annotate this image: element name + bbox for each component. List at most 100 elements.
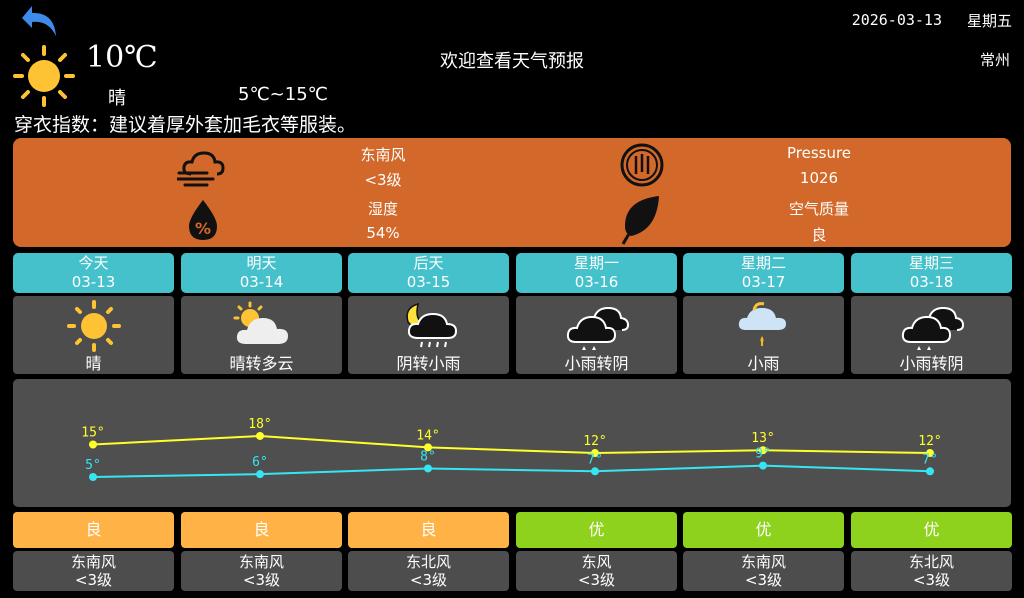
weekday-text: 星期五 (966, 12, 1012, 30)
day-condition: 晴转多云 (229, 354, 294, 373)
wind-direction: 东南风 (740, 553, 786, 571)
day-name: 后天 (413, 254, 444, 272)
low-temp-label: 7° (587, 452, 603, 467)
leaf-icon (621, 196, 659, 245)
day-wind: 东北风 <3级 (851, 551, 1012, 591)
day-name: 明天 (246, 254, 277, 272)
sun-icon (12, 44, 76, 108)
day-tab[interactable]: 今天 03-13 (13, 253, 174, 293)
day-name: 星期三 (908, 254, 954, 272)
air-quality-badge: 良 (348, 512, 509, 548)
day-tab[interactable]: 星期二 03-17 (683, 253, 844, 293)
high-temp-label: 15° (81, 426, 104, 441)
day-wind: 东北风 <3级 (348, 551, 509, 591)
back-arrow-icon (22, 6, 56, 36)
wind-level: <3级 (912, 571, 951, 589)
wind-level: <3级 (409, 571, 448, 589)
humidity-drop-icon: % (189, 200, 217, 240)
sun-icon (64, 300, 124, 356)
moon-rain-cloud-icon (396, 300, 462, 356)
day-wind: 东风 <3级 (516, 551, 677, 591)
wind-direction: 东北风 (405, 553, 451, 571)
city-name[interactable]: 常州 (980, 49, 1010, 70)
high-temp-line (92, 434, 931, 455)
low-temp-label: 9° (755, 447, 771, 462)
day-date: 03-13 (71, 273, 116, 291)
day-date: 03-16 (574, 273, 619, 291)
rain-cloud-icon (564, 300, 630, 356)
back-button[interactable] (18, 2, 64, 38)
humidity-value: 54% (366, 224, 400, 242)
day-condition: 小雨转阴 (564, 354, 629, 373)
detail-panel: 东南风 <3级 % 湿度 54% Pressure 1026 空气质量 良 (13, 138, 1011, 247)
sun-cloud-icon (230, 300, 294, 356)
low-temp-point (89, 473, 97, 481)
day-weather-card: 小雨转阴 (851, 296, 1012, 374)
high-temp-point (256, 431, 264, 440)
air-quality-badge: 良 (181, 512, 342, 548)
day-tab[interactable]: 明天 03-14 (181, 253, 342, 293)
air-quality-label: 空气质量 (788, 200, 849, 218)
wind-direction: 东风 (581, 553, 612, 571)
wind-level: <3级 (577, 571, 616, 589)
low-temp-label: 8° (420, 449, 436, 464)
low-temp-point (926, 467, 934, 476)
day-condition: 小雨转阴 (899, 354, 964, 373)
day-date: 03-15 (406, 273, 451, 291)
day-condition: 小雨 (747, 354, 780, 373)
wind-cloud-icon (177, 151, 225, 187)
wind-level: <3级 (364, 171, 402, 189)
day-weather-card: 小雨转阴 (516, 296, 677, 374)
high-temp-label: 13° (751, 431, 774, 446)
low-temp-point (256, 470, 264, 479)
current-temperature: 10℃ (86, 40, 158, 75)
wind-direction: 东南风 (360, 146, 406, 164)
day-weather-card: 晴 (13, 296, 174, 374)
wind-level: <3级 (242, 571, 281, 589)
day-date: 03-14 (239, 273, 284, 291)
day-wind: 东南风 <3级 (13, 551, 174, 591)
day-condition: 阴转小雨 (396, 354, 461, 373)
day-weather-card: 小雨 (683, 296, 844, 374)
low-temp-point (591, 467, 599, 476)
day-condition: 晴 (85, 354, 102, 373)
current-temp-range: 5℃~15℃ (238, 84, 328, 105)
air-quality-badge: 良 (13, 512, 174, 548)
pressure-value: 1026 (799, 169, 839, 187)
air-quality-badge: 优 (851, 512, 1012, 548)
low-temp-point (759, 461, 767, 470)
day-tab[interactable]: 星期三 03-18 (851, 253, 1012, 293)
low-temp-label: 6° (252, 455, 268, 470)
pressure-icon (620, 143, 664, 187)
pressure-label: Pressure (786, 144, 852, 162)
day-date: 03-18 (909, 273, 954, 291)
day-tab[interactable]: 后天 03-15 (348, 253, 509, 293)
air-quality-badge: 优 (683, 512, 844, 548)
temperature-chart-panel: 15° 18° 14° 12° 13° 12° 5° 6° 8° 7° 9° 7° (13, 379, 1011, 507)
day-date: 03-17 (741, 273, 786, 291)
high-temp-label: 14° (416, 428, 439, 443)
air-quality-badge: 优 (516, 512, 677, 548)
humidity-label: 湿度 (367, 200, 398, 218)
day-name: 星期一 (573, 254, 619, 272)
temperature-chart: 15° 18° 14° 12° 13° 12° 5° 6° 8° 7° 9° 7° (81, 417, 942, 481)
high-temp-point (89, 440, 97, 449)
svg-text:%: % (195, 219, 211, 238)
wind-direction: 东南风 (238, 553, 284, 571)
high-temp-label: 12° (583, 434, 606, 449)
low-temp-label: 7° (922, 452, 938, 467)
day-tab[interactable]: 星期一 03-16 (516, 253, 677, 293)
day-weather-card: 阴转小雨 (348, 296, 509, 374)
air-quality-value: 良 (811, 226, 827, 244)
rain-cloud-icon (899, 300, 965, 356)
low-temp-line (92, 464, 931, 478)
day-wind: 东南风 <3级 (181, 551, 342, 591)
low-temp-label: 5° (85, 458, 101, 473)
dress-index: 穿衣指数：建议着厚外套加毛衣等服装。 (14, 114, 357, 136)
low-temp-point (424, 464, 432, 473)
high-temp-label: 12° (918, 434, 941, 449)
day-name: 今天 (78, 254, 109, 272)
wind-direction: 东北风 (908, 553, 954, 571)
wind-level: <3级 (744, 571, 783, 589)
current-condition: 晴 (108, 88, 126, 109)
